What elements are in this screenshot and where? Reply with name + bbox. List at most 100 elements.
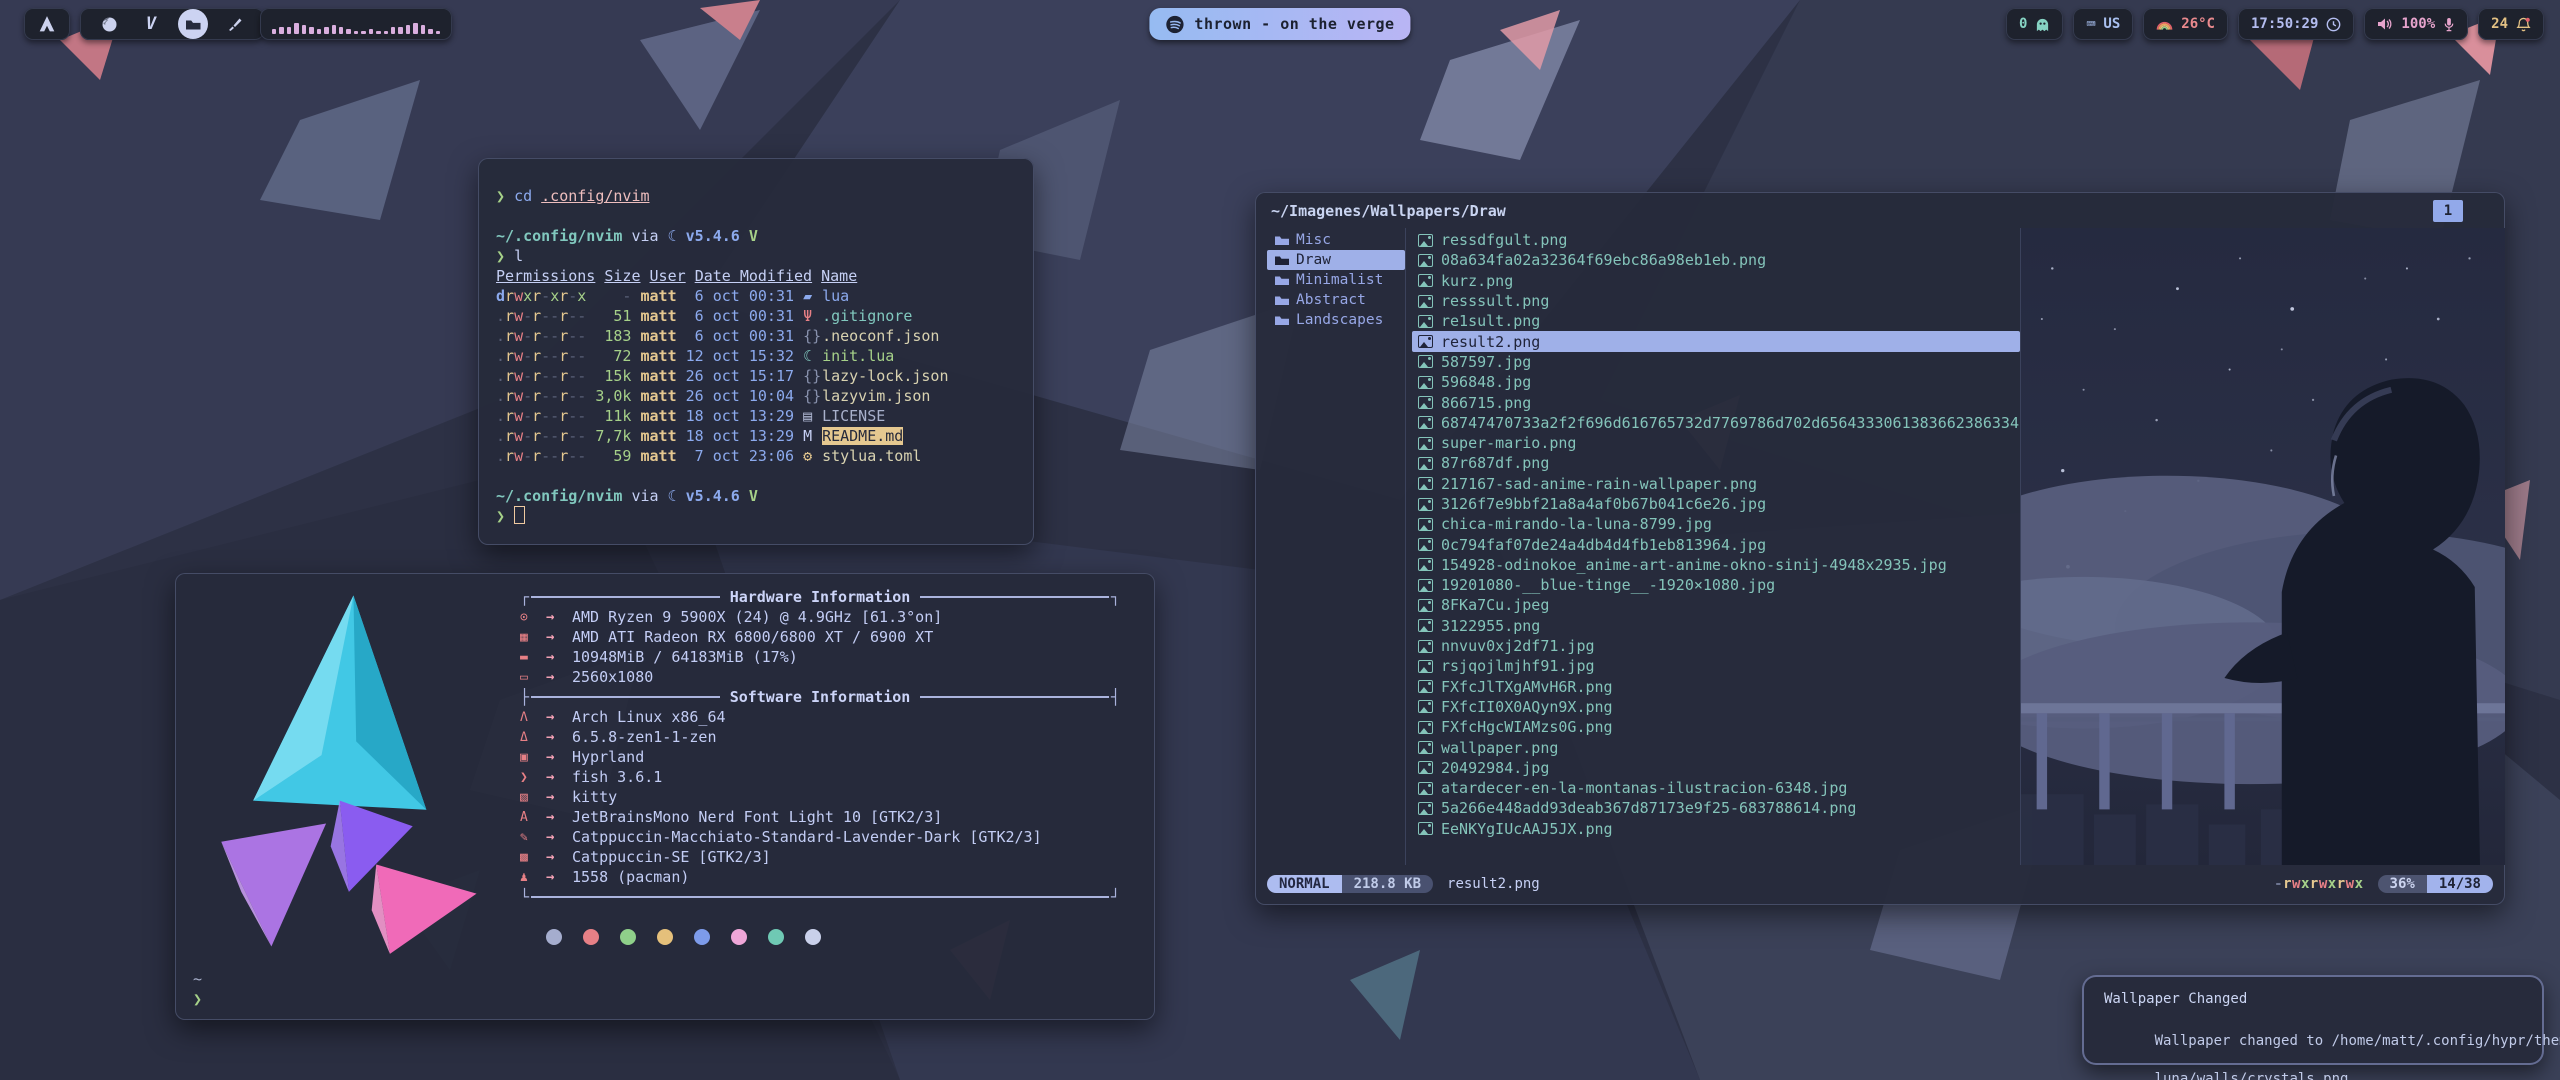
- file-row[interactable]: resssult.png: [1412, 291, 2020, 311]
- updates-module[interactable]: 0: [2006, 8, 2063, 40]
- file-manager-window[interactable]: ~/Imagenes/Wallpapers/Draw 1 Misc Draw M…: [1255, 192, 2505, 905]
- image-file-icon: [1418, 538, 1433, 551]
- fetch-terminal-window[interactable]: ┌ Hardware Information ┐ ⊙ → AMD Ryzen 9…: [175, 573, 1155, 1020]
- file-row[interactable]: 866715.png: [1412, 392, 2020, 412]
- fetch-row-icon: ⊙: [520, 610, 546, 625]
- fetch-info-row: ▣ → Hyprland: [520, 747, 1120, 767]
- folder-icon: [1275, 315, 1289, 325]
- file-row[interactable]: 587597.jpg: [1412, 352, 2020, 372]
- file-row[interactable]: 217167-sad-anime-rain-wallpaper.png: [1412, 474, 2020, 494]
- file-row[interactable]: 8FKa7Cu.jpeg: [1412, 595, 2020, 615]
- dock-item-firefox[interactable]: [94, 9, 124, 39]
- clock-icon: [2326, 17, 2341, 32]
- file-row[interactable]: 3126f7e9bbf21a8a4af0b67b041c6e26.jpg: [1412, 494, 2020, 514]
- visualizer-bar: [361, 31, 365, 34]
- file-row[interactable]: FXfcJlTXgAMvH6R.png: [1412, 677, 2020, 697]
- file-row[interactable]: 68747470733a2f2f696d616765732d7769786d70…: [1412, 413, 2020, 433]
- file-permissions: -rwxrwxrwx: [2274, 876, 2363, 892]
- folder-icon: [1275, 295, 1289, 305]
- file-row[interactable]: kurz.png: [1412, 271, 2020, 291]
- visualizer-bar: [309, 27, 313, 34]
- desktop: V: [0, 0, 2560, 1080]
- file-manager-columns: Misc Draw Minimalist Abstract Landscapes…: [1255, 228, 2505, 865]
- file-row[interactable]: FXfcII0X0AQyn9X.png: [1412, 697, 2020, 717]
- arrow-icon: →: [546, 809, 572, 825]
- file-row[interactable]: 5a266e448add93deab367d87173e9f25-6837886…: [1412, 798, 2020, 818]
- sidebar-folder-item[interactable]: Minimalist: [1267, 270, 1405, 290]
- arch-logo-icon: [38, 15, 56, 33]
- keyboard-layout-module[interactable]: ⌨ US: [2073, 8, 2133, 40]
- software-header-label: Software Information: [722, 688, 919, 706]
- notification[interactable]: Wallpaper Changed Wallpaper changed to /…: [2082, 975, 2544, 1065]
- image-file-icon: [1418, 335, 1433, 348]
- image-file-icon: [1418, 477, 1433, 490]
- fetch-row-icon: Λ: [520, 710, 546, 725]
- palette-dot: [805, 929, 821, 945]
- file-row[interactable]: nnvuv0xj2df71.jpg: [1412, 636, 2020, 656]
- palette-dot: [546, 929, 562, 945]
- weather-module[interactable]: 26°C: [2143, 8, 2228, 40]
- arrow-icon: →: [546, 709, 572, 725]
- image-file-icon: [1418, 660, 1433, 673]
- notifications-module[interactable]: 24: [2478, 8, 2544, 40]
- clock-time: 17:50:29: [2251, 16, 2318, 32]
- terminal-window[interactable]: ❯ cd .config/nvim~/.config/nvim via ☾ v5…: [478, 158, 1034, 545]
- visualizer-bar: [272, 29, 276, 34]
- file-row[interactable]: atardecer-en-la-montanas-ilustracion-634…: [1412, 778, 2020, 798]
- arrow-icon: →: [546, 729, 572, 745]
- file-row[interactable]: 3122955.png: [1412, 616, 2020, 636]
- sidebar-folder-item[interactable]: Misc: [1267, 230, 1405, 250]
- audio-module[interactable]: 100%: [2364, 8, 2468, 40]
- file-row[interactable]: 20492984.jpg: [1412, 758, 2020, 778]
- file-row[interactable]: wallpaper.png: [1412, 737, 2020, 757]
- notification-title: Wallpaper Changed: [2104, 991, 2247, 1007]
- status-bar: NORMAL 218.8 KB result2.png -rwxrwxrwx 3…: [1267, 873, 2493, 895]
- dock-item-files[interactable]: [178, 9, 208, 39]
- dock-item-vim[interactable]: V: [136, 9, 166, 39]
- folder-name: Draw: [1296, 252, 1331, 268]
- folder-icon: [1275, 255, 1289, 265]
- fetch-row-value: AMD Ryzen 9 5900X (24) @ 4.9GHz [61.3°on…: [572, 608, 942, 626]
- visualizer-bar: [369, 29, 373, 34]
- file-row[interactable]: 87r687df.png: [1412, 453, 2020, 473]
- sidebar-folder-item[interactable]: Landscapes: [1267, 310, 1405, 330]
- clock-module[interactable]: 17:50:29: [2238, 8, 2354, 40]
- file-row[interactable]: super-mario.png: [1412, 433, 2020, 453]
- image-file-icon: [1418, 619, 1433, 632]
- file-name: chica-mirando-la-luna-8799.jpg: [1441, 515, 1712, 533]
- visualizer-bar: [413, 23, 417, 34]
- status-modules: 0 ⌨ US 26°C 17:50:29: [2006, 8, 2544, 40]
- file-row[interactable]: FXfcHgcWIAMzs0G.png: [1412, 717, 2020, 737]
- hardware-header-label: Hardware Information: [722, 588, 919, 606]
- bell-icon: [2516, 17, 2531, 32]
- visualizer-bar: [339, 27, 343, 34]
- sidebar-folder-item[interactable]: Draw: [1267, 250, 1405, 270]
- file-row[interactable]: chica-mirando-la-luna-8799.jpg: [1412, 514, 2020, 534]
- file-name: 587597.jpg: [1441, 353, 1531, 371]
- file-row[interactable]: rsjqojlmjhf91.jpg: [1412, 656, 2020, 676]
- file-row[interactable]: 08a634fa02a32364f69ebc86a98eb1eb.png: [1412, 250, 2020, 270]
- file-row[interactable]: EeNKYgIUcAAJ5JX.png: [1412, 819, 2020, 839]
- launcher-button[interactable]: [24, 8, 70, 40]
- sidebar-folder-item[interactable]: Abstract: [1267, 290, 1405, 310]
- file-row[interactable]: 0c794faf07de24a4db4d4fb1eb813964.jpg: [1412, 534, 2020, 554]
- file-name: 866715.png: [1441, 394, 1531, 412]
- file-row[interactable]: ressdfgult.png: [1412, 230, 2020, 250]
- scroll-percent: 36%: [2378, 875, 2427, 893]
- fetch-info-row: Δ → 6.5.8-zen1-1-zen: [520, 727, 1120, 747]
- tab-badge[interactable]: 1: [2433, 200, 2463, 222]
- fetch-row-value: Catppuccin-Macchiato-Standard-Lavender-D…: [572, 828, 1042, 846]
- image-file-icon: [1418, 498, 1433, 511]
- dock-item-brush[interactable]: [220, 9, 250, 39]
- folder-icon: [1275, 275, 1289, 285]
- file-row[interactable]: re1sult.png: [1412, 311, 2020, 331]
- media-pill[interactable]: thrown - on the verge: [1149, 8, 1410, 40]
- file-row[interactable]: 154928-odinokoe_anime-art-anime-okno-sin…: [1412, 555, 2020, 575]
- microphone-icon: [2443, 17, 2455, 32]
- fetch-row-value: kitty: [572, 788, 617, 806]
- file-row[interactable]: 596848.jpg: [1412, 372, 2020, 392]
- visualizer-bar: [332, 25, 336, 34]
- visualizer-bar: [317, 29, 321, 34]
- file-row[interactable]: result2.png: [1412, 331, 2020, 351]
- file-row[interactable]: 19201080-__blue-tinge__-1920×1080.jpg: [1412, 575, 2020, 595]
